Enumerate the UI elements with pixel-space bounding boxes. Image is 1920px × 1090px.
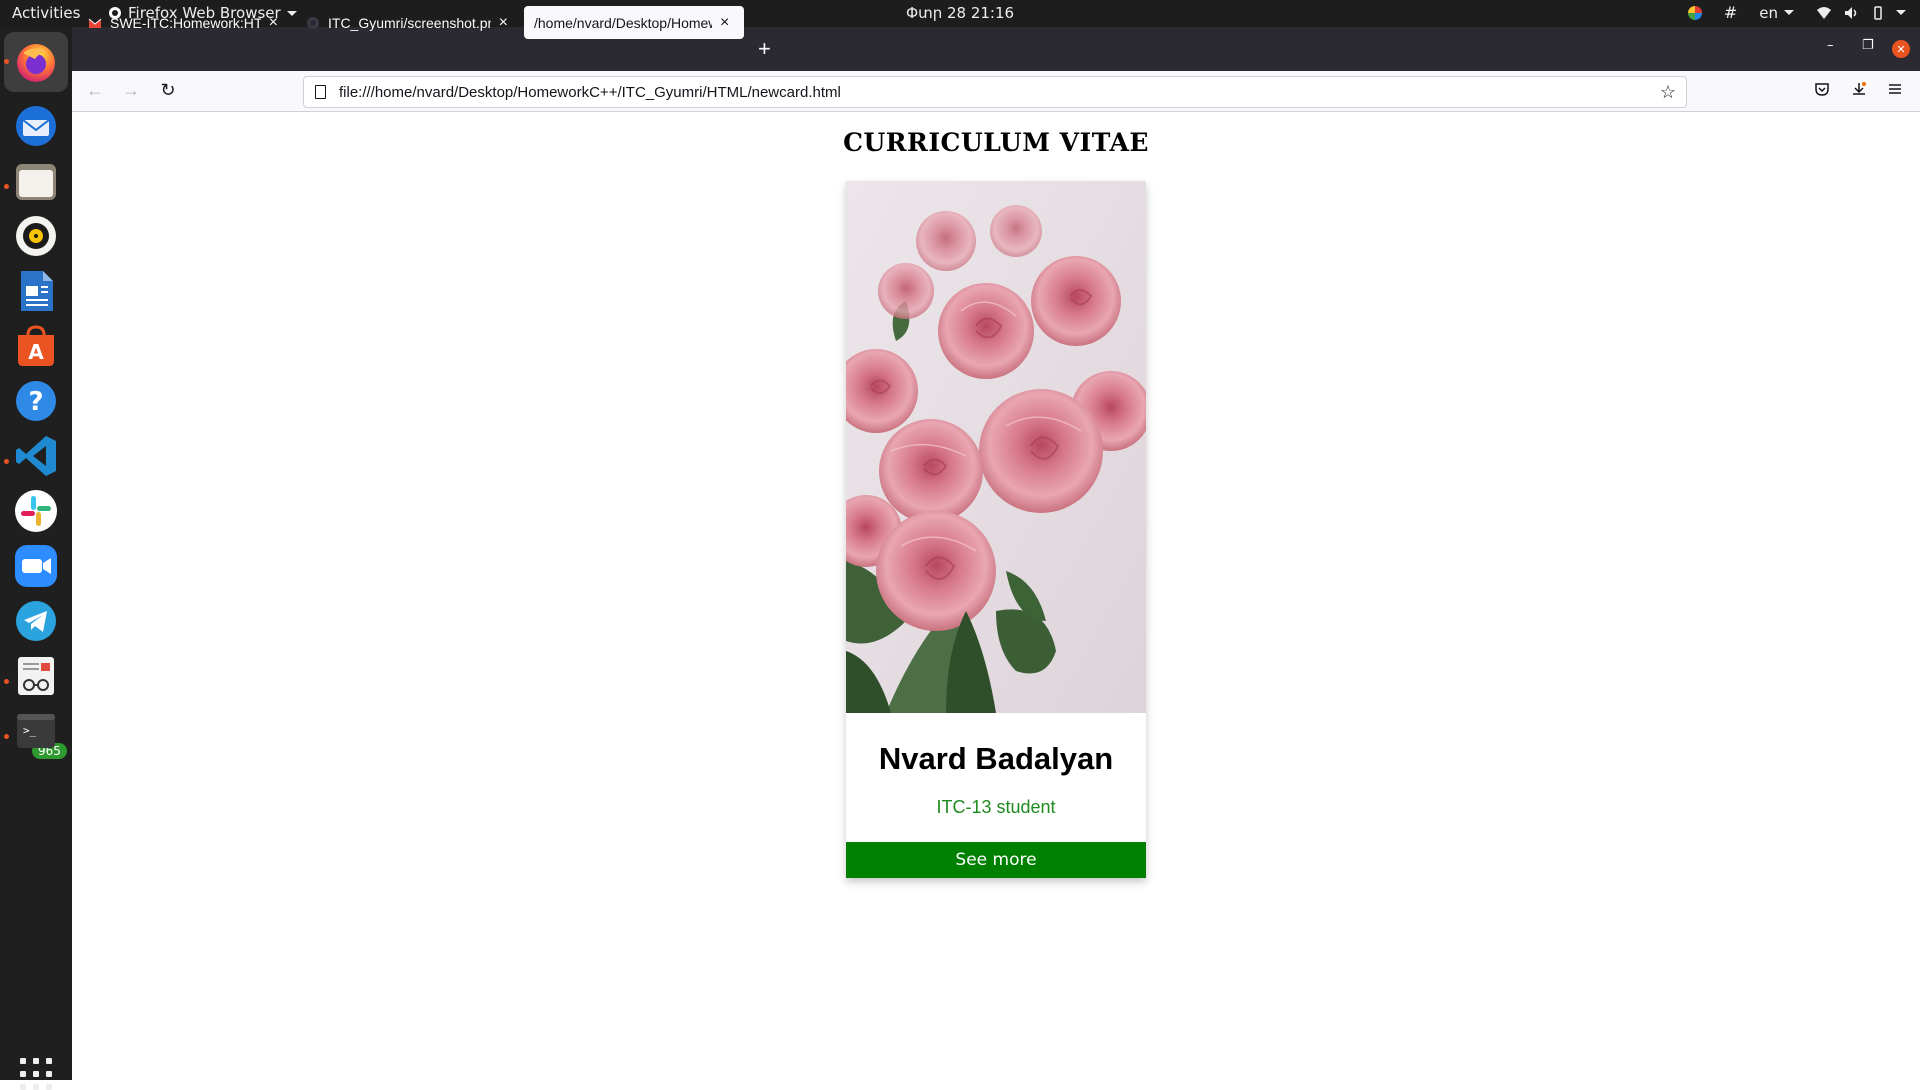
dock-libreoffice-writer[interactable]: [12, 267, 60, 315]
dock-slack[interactable]: [12, 487, 60, 535]
svg-text:>_: >_: [23, 724, 37, 737]
url-bar[interactable]: file:///home/nvard/Desktop/HomeworkC++/I…: [303, 76, 1687, 108]
close-tab-icon[interactable]: ×: [720, 14, 729, 32]
show-apps-icon[interactable]: [20, 1058, 52, 1090]
close-tab-icon[interactable]: ×: [499, 14, 508, 32]
gmail-icon: [88, 18, 102, 28]
profile-card: Nvard Badalyan ITC-13 student See more: [846, 181, 1146, 878]
files-icon: [16, 164, 56, 200]
app-center-icon: A: [18, 325, 54, 366]
rhythmbox-icon: [16, 216, 56, 256]
reload-icon[interactable]: ↻: [157, 80, 179, 101]
slack-icon: [15, 490, 57, 532]
volume-icon: [1845, 6, 1857, 19]
running-indicator: [4, 734, 9, 739]
downloads-icon[interactable]: [1851, 81, 1867, 97]
restore-icon[interactable]: ❐: [1862, 38, 1874, 53]
dock-app-center[interactable]: A: [12, 322, 60, 370]
dock-thunderbird[interactable]: [12, 102, 60, 150]
language-label: en: [1759, 3, 1778, 22]
vscode-icon: [16, 436, 56, 476]
page-file-icon: [315, 85, 326, 99]
profile-image: [846, 181, 1146, 713]
svg-text:A: A: [28, 340, 44, 364]
battery-phone-icon: [1874, 5, 1882, 20]
wifi-icon: [1817, 6, 1831, 19]
thunderbird-icon: [16, 106, 56, 146]
running-indicator: [4, 459, 9, 464]
language-selector[interactable]: en: [1759, 4, 1794, 22]
chevron-down-icon: [1784, 10, 1794, 15]
dock-document-viewer[interactable]: [12, 652, 60, 700]
dock-zoom[interactable]: [12, 542, 60, 590]
close-tab-icon[interactable]: ×: [269, 14, 278, 32]
pocket-icon[interactable]: [1814, 81, 1830, 97]
profile-role: ITC-13 student: [936, 797, 1056, 817]
help-icon: ?: [16, 381, 56, 421]
dock-rhythmbox[interactable]: [12, 212, 60, 260]
dock-terminal[interactable]: >_: [12, 707, 60, 755]
dock-vscode[interactable]: [12, 432, 60, 480]
tab-github[interactable]: ITC_Gyumri/screenshot.png ×: [296, 6, 518, 39]
tab-gmail[interactable]: SWE-ITC:Homework:HTML ×: [78, 6, 288, 39]
terminal-icon: >_: [17, 714, 55, 748]
dock-telegram[interactable]: [12, 597, 60, 645]
firefox-icon: [17, 44, 55, 82]
tab-title: ITC_Gyumri/screenshot.png: [328, 14, 491, 31]
document-viewer-icon: [18, 657, 54, 695]
dock: A ? 965 >_: [0, 27, 72, 1090]
system-tray[interactable]: # en: [1687, 3, 1906, 22]
back-icon[interactable]: ←: [84, 80, 106, 101]
system-top-bar: Activities Firefox Web Browser Փտր 28 21…: [0, 0, 1920, 27]
bookmark-star-icon[interactable]: ☆: [1660, 82, 1676, 103]
chevron-down-icon: [1896, 10, 1906, 15]
tab-title: /home/nvard/Desktop/HomeworkC++: [534, 14, 712, 31]
profile-name: Nvard Badalyan: [878, 741, 1114, 776]
svg-text:?: ?: [28, 387, 43, 417]
close-window-icon[interactable]: ✕: [1892, 40, 1910, 58]
see-more-button[interactable]: See more: [846, 842, 1146, 878]
running-indicator: [4, 679, 9, 684]
dock-files[interactable]: [12, 157, 60, 205]
dock-firefox[interactable]: [4, 32, 68, 92]
running-indicator: [4, 59, 9, 64]
libreoffice-writer-icon: [21, 271, 53, 311]
tab-title: SWE-ITC:Homework:HTML: [110, 14, 261, 31]
system-status-menu[interactable]: [1816, 5, 1906, 20]
tab-active-newcard[interactable]: /home/nvard/Desktop/HomeworkC++ ×: [524, 6, 744, 39]
running-indicator: [4, 184, 9, 189]
page-heading: CURRICULUM VITAE: [843, 128, 1149, 157]
hamburger-menu-icon[interactable]: [1887, 81, 1903, 97]
telegram-icon: [16, 601, 56, 641]
dock-help[interactable]: ?: [12, 377, 60, 425]
github-icon: [307, 16, 319, 29]
url-text: file:///home/nvard/Desktop/HomeworkC++/I…: [339, 83, 841, 101]
chrome-indicator-icon[interactable]: [1687, 5, 1702, 20]
new-tab-icon[interactable]: +: [758, 36, 771, 62]
slack-indicator-icon[interactable]: #: [1724, 3, 1737, 22]
forward-icon[interactable]: →: [120, 80, 142, 101]
clock[interactable]: Փտր 28 21:16: [0, 4, 1920, 22]
zoom-icon: [15, 545, 57, 587]
pink-roses-photo: [846, 181, 1146, 713]
minimize-icon[interactable]: –: [1827, 38, 1834, 53]
